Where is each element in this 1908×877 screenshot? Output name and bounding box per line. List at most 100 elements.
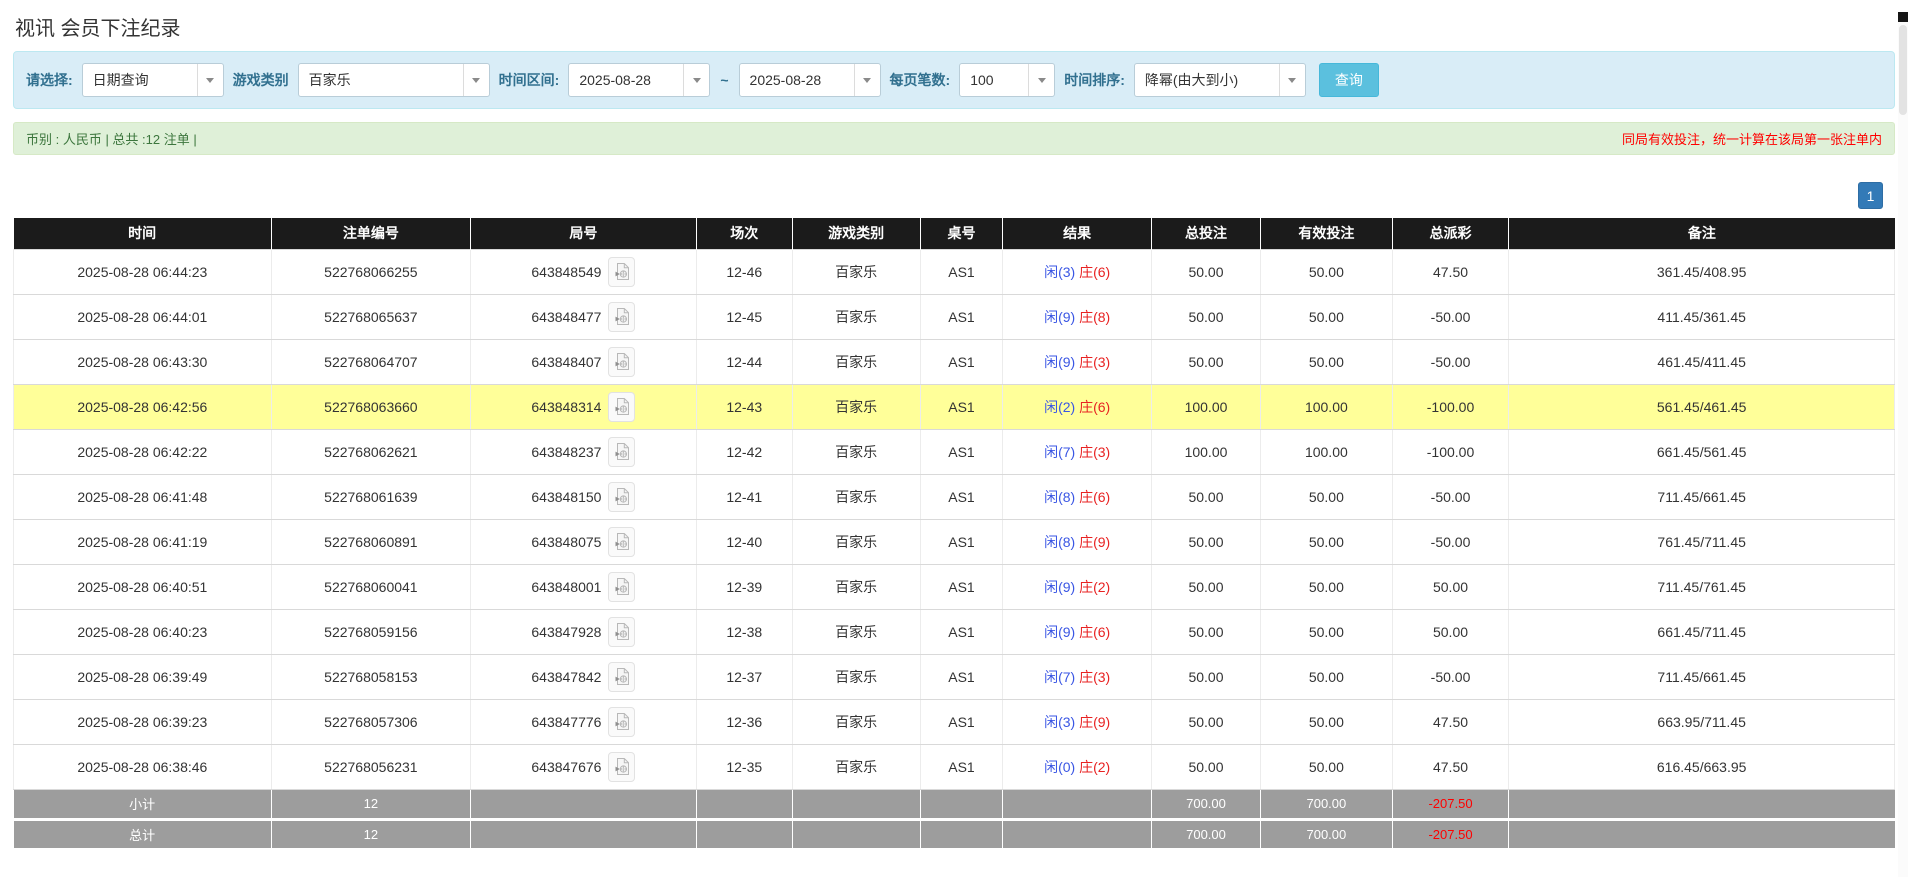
notice-text: 同局有效投注，统一计算在该局第一张注单内 (1622, 129, 1882, 148)
cell-total-bet[interactable]: 50.00 (1151, 699, 1260, 744)
result-banker: 庄(3) (1079, 669, 1110, 685)
video-replay-icon[interactable] (608, 572, 635, 602)
table-row: 2025-08-28 06:40:23522768059156 643847928… (14, 609, 1895, 654)
subtotal-row-valid-bet: 700.00 (1261, 789, 1393, 819)
scrollbar-thumb[interactable] (1899, 25, 1907, 115)
chevron-down-icon (197, 64, 223, 96)
subtotal-row-round (471, 789, 697, 819)
total-row-game (792, 819, 920, 849)
date-to-select[interactable]: 2025-08-28 (739, 63, 881, 97)
cell-time: 2025-08-28 06:41:19 (14, 519, 272, 564)
subtotal-row-count: 12 (271, 789, 470, 819)
result-banker: 庄(2) (1079, 759, 1110, 775)
round-group: 643848314 (531, 392, 635, 422)
round-group: 643848549 (531, 257, 635, 287)
cell-total-bet[interactable]: 50.00 (1151, 249, 1260, 294)
query-type-select[interactable]: 日期查询 (82, 63, 224, 97)
result-banker: 庄(9) (1079, 534, 1110, 550)
page-size-select[interactable]: 100 (959, 63, 1055, 97)
cell-time: 2025-08-28 06:40:23 (14, 609, 272, 654)
video-replay-icon[interactable] (608, 527, 635, 557)
date-range-label: 时间区间: (499, 70, 560, 90)
cell-table-id: AS1 (920, 294, 1003, 339)
cell-result: 闲(0) 庄(2) (1003, 744, 1152, 789)
cell-time: 2025-08-28 06:38:46 (14, 744, 272, 789)
round-number: 643847776 (531, 714, 601, 730)
cell-result: 闲(3) 庄(6) (1003, 249, 1152, 294)
cell-time: 2025-08-28 06:42:56 (14, 384, 272, 429)
video-replay-icon[interactable] (608, 707, 635, 737)
summary-bar: 币别 : 人民币 | 总共 :12 注单 | 同局有效投注，统一计算在该局第一张… (13, 122, 1895, 155)
date-from-select[interactable]: 2025-08-28 (568, 63, 710, 97)
cell-total-bet[interactable]: 50.00 (1151, 294, 1260, 339)
cell-total-bet[interactable]: 50.00 (1151, 564, 1260, 609)
round-number: 643847928 (531, 624, 601, 640)
video-replay-icon[interactable] (608, 482, 635, 512)
scrollbar-up-button[interactable] (1898, 12, 1908, 22)
subtotal-row-result (1003, 789, 1152, 819)
video-replay-icon[interactable] (608, 662, 635, 692)
total-row: 总计12700.00700.00-207.50 (14, 819, 1895, 849)
cell-round: 643848237 (471, 429, 697, 474)
cell-bet-id: 522768066255 (271, 249, 470, 294)
cell-valid-bet: 50.00 (1261, 339, 1393, 384)
round-number: 643847842 (531, 669, 601, 685)
result-player: 闲(7) (1044, 444, 1075, 460)
round-group: 643848001 (531, 572, 635, 602)
video-replay-icon[interactable] (608, 437, 635, 467)
cell-payout: 47.50 (1392, 744, 1509, 789)
round-number: 643848075 (531, 534, 601, 550)
cell-time: 2025-08-28 06:44:01 (14, 294, 272, 339)
cell-game-type: 百家乐 (792, 249, 920, 294)
result-banker: 庄(6) (1079, 489, 1110, 505)
subtotal-row-remark (1509, 789, 1895, 819)
game-type-select[interactable]: 百家乐 (298, 63, 490, 97)
result-player: 闲(8) (1044, 489, 1075, 505)
cell-table-id: AS1 (920, 249, 1003, 294)
video-replay-icon[interactable] (608, 752, 635, 782)
pagination-page-1[interactable]: 1 (1858, 182, 1883, 209)
video-replay-icon[interactable] (608, 392, 635, 422)
round-number: 643848314 (531, 399, 601, 415)
col-header-8: 有效投注 (1261, 218, 1393, 249)
sort-order-select[interactable]: 降幂(由大到小) (1134, 63, 1306, 97)
cell-total-bet[interactable]: 50.00 (1151, 744, 1260, 789)
cell-time: 2025-08-28 06:42:22 (14, 429, 272, 474)
cell-valid-bet: 50.00 (1261, 294, 1393, 339)
search-button[interactable]: 查询 (1319, 63, 1379, 97)
cell-bet-id: 522768064707 (271, 339, 470, 384)
vertical-scrollbar[interactable] (1898, 12, 1908, 877)
cell-game-type: 百家乐 (792, 474, 920, 519)
round-group: 643848237 (531, 437, 635, 467)
total-row-payout: -207.50 (1392, 819, 1509, 849)
cell-bet-id: 522768060891 (271, 519, 470, 564)
cell-session: 12-37 (696, 654, 792, 699)
cell-table-id: AS1 (920, 654, 1003, 699)
video-replay-icon[interactable] (608, 257, 635, 287)
cell-total-bet[interactable]: 50.00 (1151, 474, 1260, 519)
cell-total-bet[interactable]: 50.00 (1151, 339, 1260, 384)
video-replay-icon[interactable] (608, 347, 635, 377)
cell-result: 闲(7) 庄(3) (1003, 654, 1152, 699)
result-banker: 庄(2) (1079, 579, 1110, 595)
cell-payout: -50.00 (1392, 339, 1509, 384)
cell-result: 闲(2) 庄(6) (1003, 384, 1152, 429)
subtotal-row: 小计12700.00700.00-207.50 (14, 789, 1895, 819)
table-row: 2025-08-28 06:42:56522768063660643848314… (14, 384, 1895, 429)
cell-remark: 561.45/461.45 (1509, 384, 1895, 429)
result-player: 闲(3) (1044, 264, 1075, 280)
cell-total-bet[interactable]: 100.00 (1151, 429, 1260, 474)
cell-total-bet[interactable]: 50.00 (1151, 609, 1260, 654)
cell-bet-id: 522768056231 (271, 744, 470, 789)
video-replay-icon[interactable] (608, 617, 635, 647)
col-header-1: 注单编号 (271, 218, 470, 249)
round-number: 643848237 (531, 444, 601, 460)
cell-round: 643848150 (471, 474, 697, 519)
cell-total-bet[interactable]: 50.00 (1151, 519, 1260, 564)
video-replay-icon[interactable] (608, 302, 635, 332)
cell-payout: -50.00 (1392, 474, 1509, 519)
cell-bet-id: 522768059156 (271, 609, 470, 654)
cell-total-bet[interactable]: 50.00 (1151, 654, 1260, 699)
cell-total-bet[interactable]: 100.00 (1151, 384, 1260, 429)
result-player: 闲(8) (1044, 534, 1075, 550)
